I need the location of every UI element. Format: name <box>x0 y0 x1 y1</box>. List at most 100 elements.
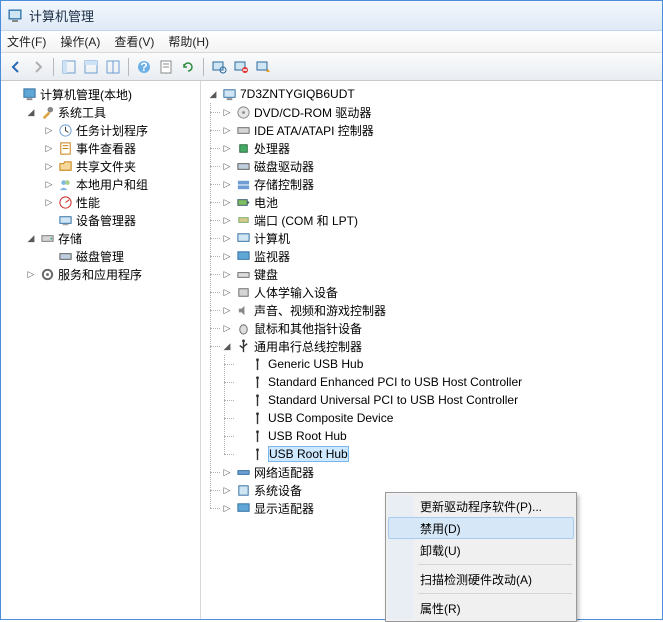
node-ports[interactable]: ▷端口 (COM 和 LPT) <box>217 211 660 229</box>
ctx-update-driver[interactable]: 更新驱动程序软件(P)... <box>388 495 574 517</box>
network-icon <box>235 464 251 480</box>
pane3-button[interactable] <box>102 56 124 78</box>
node-usb-root2[interactable]: USB Root Hub <box>231 445 660 463</box>
properties-button[interactable] <box>155 56 177 78</box>
node-local-users[interactable]: ▷ 本地用户和组 <box>39 175 198 193</box>
ctx-properties[interactable]: 属性(R) <box>388 597 574 619</box>
ide-icon <box>235 122 251 138</box>
node-system-tools[interactable]: ◢ 系统工具 <box>21 103 198 121</box>
node-services[interactable]: ▷服务和应用程序 <box>21 265 198 283</box>
tw-empty-icon <box>233 410 249 426</box>
node-hid[interactable]: ▷ 人体学输入设备 <box>217 283 660 301</box>
arrow-right-icon: ▷ <box>219 104 235 120</box>
arrow-right-icon: ▷ <box>41 140 57 156</box>
menu-help[interactable]: 帮助(H) <box>168 33 209 50</box>
node-shared-folders[interactable]: ▷共享文件夹 <box>39 157 198 175</box>
node-usb-composite[interactable]: USB Composite Device <box>231 409 660 427</box>
label: 磁盘驱动器 <box>254 158 314 175</box>
node-computers[interactable]: ▷计算机 <box>217 229 660 247</box>
update-driver-button[interactable] <box>252 56 274 78</box>
node-monitors[interactable]: ▷监视器 <box>217 247 660 265</box>
arrow-right-icon: ▷ <box>219 248 235 264</box>
node-ide[interactable]: ▷IDE ATA/ATAPI 控制器 <box>217 121 660 139</box>
storage-icon <box>39 230 55 246</box>
node-usb-generic[interactable]: Generic USB Hub <box>231 355 660 373</box>
hw-scan-button[interactable] <box>208 56 230 78</box>
tw-empty-icon <box>233 374 249 390</box>
label: Standard Universal PCI to USB Host Contr… <box>268 393 518 407</box>
ctx-scan[interactable]: 扫描检测硬件改动(A) <box>388 568 574 590</box>
node-computer[interactable]: ◢ 7D3ZNTYGIQB6UDT <box>203 85 660 103</box>
app-icon <box>7 8 23 24</box>
label: 鼠标和其他指针设备 <box>254 320 362 337</box>
uninstall-button[interactable] <box>230 56 252 78</box>
label: 存储控制器 <box>254 176 314 193</box>
arrow-right-icon: ▷ <box>219 482 235 498</box>
label: 系统工具 <box>58 104 106 121</box>
menu-file[interactable]: 文件(F) <box>7 33 46 50</box>
menubar: 文件(F) 操作(A) 查看(V) 帮助(H) <box>1 31 662 53</box>
node-usb-root1[interactable]: USB Root Hub <box>231 427 660 445</box>
tw-empty-icon <box>233 356 249 372</box>
label: USB Composite Device <box>268 411 393 425</box>
hid-icon <box>235 284 251 300</box>
node-computer-mgmt[interactable]: 计算机管理(本地) <box>3 85 198 103</box>
forward-button[interactable] <box>27 56 49 78</box>
node-usb[interactable]: ◢通用串行总线控制器 <box>217 337 660 355</box>
arrow-right-icon: ▷ <box>41 122 57 138</box>
clock-icon <box>57 122 73 138</box>
usb-device-icon <box>249 374 265 390</box>
ctx-uninstall[interactable]: 卸载(U) <box>388 539 574 561</box>
refresh-button[interactable] <box>177 56 199 78</box>
node-processor[interactable]: ▷处理器 <box>217 139 660 157</box>
divider <box>418 564 572 565</box>
node-network[interactable]: ▷网络适配器 <box>217 463 660 481</box>
node-performance[interactable]: ▷性能 <box>39 193 198 211</box>
node-mouse[interactable]: ▷鼠标和其他指针设备 <box>217 319 660 337</box>
node-disk-drives[interactable]: ▷ 磁盘驱动器 <box>217 157 660 175</box>
computer-icon <box>235 230 251 246</box>
label: 性能 <box>76 194 100 211</box>
ctx-disable[interactable]: 禁用(D) <box>388 517 574 539</box>
node-event-viewer[interactable]: ▷事件查看器 <box>39 139 198 157</box>
cpu-icon <box>235 140 251 156</box>
arrow-right-icon: ▷ <box>219 464 235 480</box>
back-button[interactable] <box>5 56 27 78</box>
arrow-right-icon: ▷ <box>219 284 235 300</box>
tools-icon <box>39 104 55 120</box>
menu-view[interactable]: 查看(V) <box>114 33 154 50</box>
node-sound[interactable]: ▷声音、视频和游戏控制器 <box>217 301 660 319</box>
svg-text:?: ? <box>140 60 147 74</box>
keyboard-icon <box>235 266 251 282</box>
node-usb-enhanced[interactable]: Standard Enhanced PCI to USB Host Contro… <box>231 373 660 391</box>
node-keyboards[interactable]: ▷键盘 <box>217 265 660 283</box>
arrow-right-icon: ▷ <box>41 176 57 192</box>
arrow-down-icon <box>5 86 21 102</box>
node-battery[interactable]: ▷电池 <box>217 193 660 211</box>
label: 人体学输入设备 <box>254 284 338 301</box>
arrow-right-icon: ▷ <box>219 158 235 174</box>
services-icon <box>39 266 55 282</box>
label: 磁盘管理 <box>76 248 124 265</box>
node-usb-universal[interactable]: Standard Universal PCI to USB Host Contr… <box>231 391 660 409</box>
node-disk-mgmt[interactable]: 磁盘管理 <box>39 247 198 265</box>
device-mgr-icon <box>57 212 73 228</box>
label: 声音、视频和游戏控制器 <box>254 302 386 319</box>
port-icon <box>235 212 251 228</box>
sound-icon <box>235 302 251 318</box>
label: 电池 <box>254 194 278 211</box>
node-storage-ctrl[interactable]: ▷存储控制器 <box>217 175 660 193</box>
label: 本地用户和组 <box>76 176 148 193</box>
node-dvd[interactable]: ▷DVD/CD-ROM 驱动器 <box>217 103 660 121</box>
help-button[interactable]: ? <box>133 56 155 78</box>
node-device-manager[interactable]: 设备管理器 <box>39 211 198 229</box>
pane1-button[interactable] <box>58 56 80 78</box>
node-storage[interactable]: ◢ 存储 <box>21 229 198 247</box>
pane2-button[interactable] <box>80 56 102 78</box>
node-task-scheduler[interactable]: ▷任务计划程序 <box>39 121 198 139</box>
display-icon <box>235 500 251 516</box>
menu-action[interactable]: 操作(A) <box>60 33 100 50</box>
arrow-right-icon: ▷ <box>219 140 235 156</box>
console-icon <box>21 86 37 102</box>
system-dev-icon <box>235 482 251 498</box>
